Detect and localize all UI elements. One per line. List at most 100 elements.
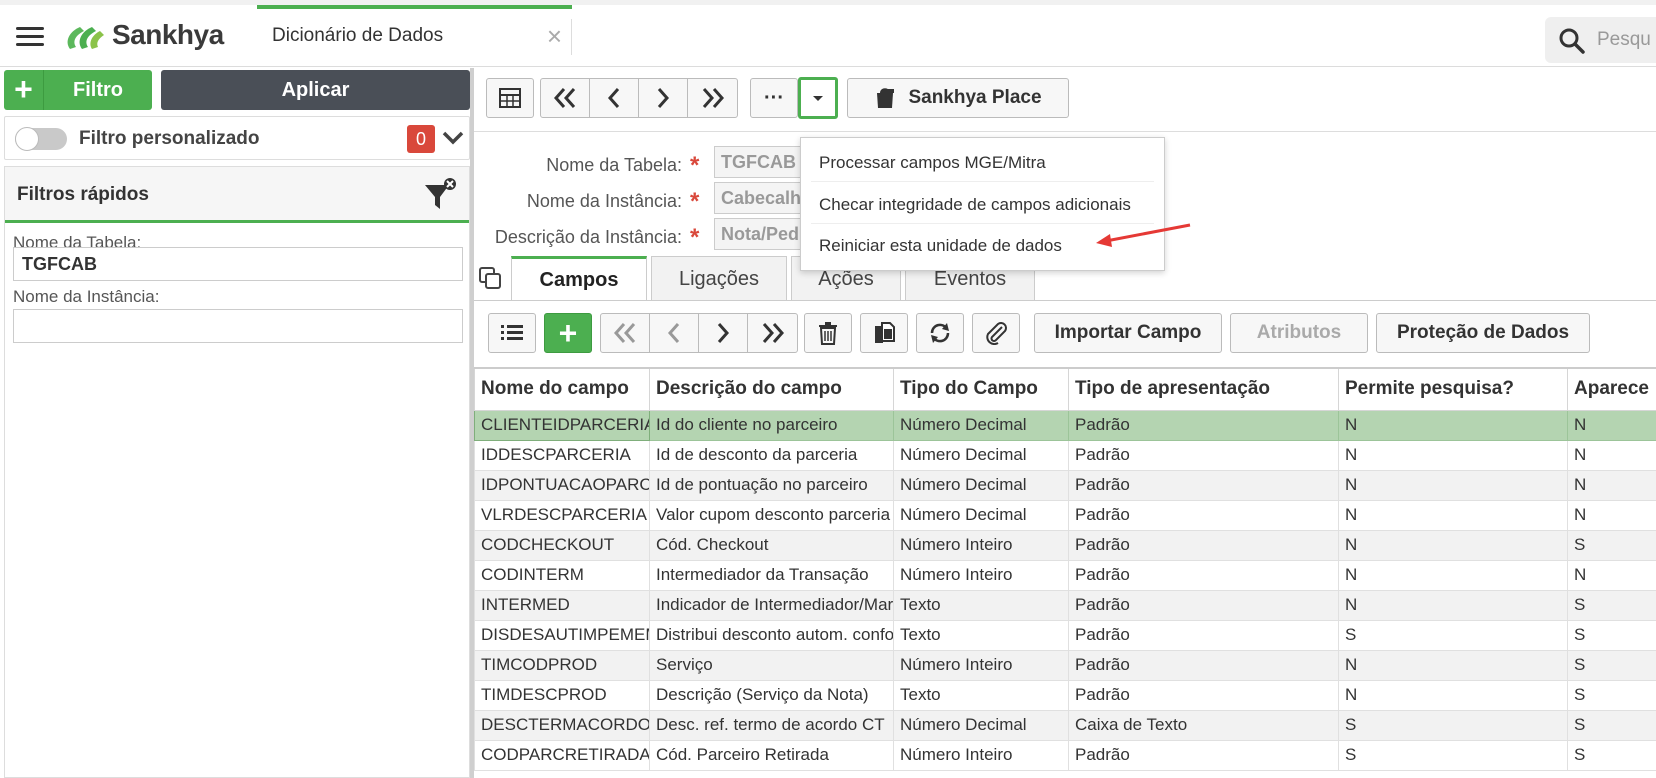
table-cell[interactable]: Padrão	[1068, 469, 1339, 501]
menu-item-processar[interactable]: Processar campos MGE/Mitra	[801, 138, 1164, 178]
table-cell[interactable]: S	[1567, 649, 1656, 681]
previous-record-button[interactable]	[590, 79, 639, 117]
delete-button[interactable]	[804, 313, 852, 353]
apply-button[interactable]: Aplicar	[161, 70, 470, 110]
table-cell[interactable]: Número Decimal	[893, 709, 1069, 741]
table-cell[interactable]: Padrão	[1068, 499, 1339, 531]
table-cell[interactable]: N	[1338, 559, 1568, 591]
refresh-button[interactable]	[916, 313, 964, 353]
custom-filter-toggle[interactable]	[15, 127, 67, 151]
table-cell[interactable]: S	[1338, 619, 1568, 651]
table-row[interactable]: CODCHECKOUT Cód. Checkout Número Inteiro Pa…	[474, 529, 1656, 561]
table-cell[interactable]: Número Inteiro	[893, 739, 1069, 771]
table-row[interactable]: DISDESAUTIMPEMEMPDistribui desconto auto…	[474, 619, 1656, 651]
table-row[interactable]: CODPARCRETIRADA Cód. Parceiro Retirada Núm…	[474, 739, 1656, 771]
table-row[interactable]: VLRDESCPARCERIA Valor cupom desconto parc…	[474, 499, 1656, 531]
data-protection-button[interactable]: Proteção de Dados	[1376, 313, 1590, 353]
table-cell[interactable]: CODCHECKOUT	[474, 529, 650, 561]
table-cell[interactable]: Descrição (Serviço da Nota)	[649, 679, 894, 711]
table-cell[interactable]: Texto	[893, 679, 1069, 711]
table-cell[interactable]: Padrão	[1068, 739, 1339, 771]
table-cell[interactable]: Padrão	[1068, 529, 1339, 561]
table-cell[interactable]: Id de pontuação no parceiro	[649, 469, 894, 501]
table-cell[interactable]: N	[1338, 529, 1568, 561]
grid-first-button[interactable]	[601, 314, 650, 352]
table-cell[interactable]: Número Inteiro	[893, 649, 1069, 681]
table-cell[interactable]: Desc. ref. termo de acordo CT	[649, 709, 894, 741]
table-cell[interactable]: N	[1338, 649, 1568, 681]
table-cell[interactable]: Id do cliente no parceiro	[649, 409, 894, 441]
table-cell[interactable]: CODPARCRETIRADA	[474, 739, 650, 771]
more-actions-dropdown-button[interactable]	[798, 77, 838, 119]
column-header[interactable]: Permite pesquisa?	[1338, 367, 1568, 411]
column-header[interactable]: Descrição do campo	[649, 367, 894, 411]
grid-view-button[interactable]	[486, 78, 534, 118]
table-cell[interactable]: Padrão	[1068, 679, 1339, 711]
table-cell[interactable]: N	[1338, 469, 1568, 501]
search-box[interactable]: Pesqu	[1545, 17, 1656, 63]
copy-icon[interactable]	[478, 266, 502, 290]
more-options-button[interactable]: ···	[750, 78, 798, 118]
table-cell[interactable]: N	[1338, 439, 1568, 471]
table-row[interactable]: CODINTERM Intermediador da Transação Númer…	[474, 559, 1656, 591]
table-cell[interactable]: CLIENTEIDPARCERIA	[474, 409, 650, 441]
table-cell[interactable]: Número Decimal	[893, 499, 1069, 531]
table-cell[interactable]: S	[1567, 739, 1656, 771]
grid-last-button[interactable]	[748, 314, 797, 352]
table-cell[interactable]: N	[1338, 499, 1568, 531]
attributes-button[interactable]: Atributos	[1230, 313, 1368, 353]
table-cell[interactable]: Cód. Checkout	[649, 529, 894, 561]
table-row[interactable]: DESCTERMACORDO Desc. ref. termo de acordo…	[474, 709, 1656, 741]
table-row[interactable]: CLIENTEIDPARCERIA Id do cliente no parcei…	[474, 409, 1656, 441]
last-record-button[interactable]	[688, 79, 737, 117]
grid-next-button[interactable]	[699, 314, 748, 352]
column-header[interactable]: Nome do campo	[474, 367, 650, 411]
close-tab-icon[interactable]: ×	[547, 21, 562, 52]
table-cell[interactable]: S	[1567, 679, 1656, 711]
menu-item-checar[interactable]: Checar integridade de campos adicionais	[801, 180, 1164, 220]
table-cell[interactable]: N	[1567, 469, 1656, 501]
duplicate-button[interactable]	[860, 313, 908, 353]
clear-filter-icon[interactable]	[423, 177, 457, 213]
form-instance-name-input[interactable]: Cabecalh	[714, 182, 802, 214]
table-cell[interactable]: N	[1567, 559, 1656, 591]
table-cell[interactable]: INTERMED	[474, 589, 650, 621]
table-row[interactable]: TIMDESCPROD Descrição (Serviço da Nota) Te…	[474, 679, 1656, 711]
tab-campos[interactable]: Campos	[511, 256, 647, 302]
table-name-input[interactable]: TGFCAB	[13, 247, 463, 281]
table-cell[interactable]: IDPONTUACAOPARC	[474, 469, 650, 501]
table-cell[interactable]: Padrão	[1068, 649, 1339, 681]
table-cell[interactable]: VLRDESCPARCERIA	[474, 499, 650, 531]
table-cell[interactable]: Padrão	[1068, 439, 1339, 471]
table-row[interactable]: IDDESCPARCERIA Id de desconto da parceria…	[474, 439, 1656, 471]
table-cell[interactable]: Padrão	[1068, 409, 1339, 441]
table-cell[interactable]: CODINTERM	[474, 559, 650, 591]
table-cell[interactable]: S	[1338, 739, 1568, 771]
table-cell[interactable]: Indicador de Intermediador/Marketplace	[649, 589, 894, 621]
table-cell[interactable]: N	[1567, 439, 1656, 471]
column-header[interactable]: Aparece	[1567, 367, 1656, 411]
table-cell[interactable]: N	[1338, 679, 1568, 711]
table-cell[interactable]: Padrão	[1068, 619, 1339, 651]
table-cell[interactable]: S	[1567, 529, 1656, 561]
table-cell[interactable]: DESCTERMACORDO	[474, 709, 650, 741]
table-cell[interactable]: Número Inteiro	[893, 559, 1069, 591]
table-cell[interactable]: Texto	[893, 619, 1069, 651]
form-instance-description-input[interactable]: Nota/Ped	[714, 218, 802, 250]
table-cell[interactable]: N	[1567, 499, 1656, 531]
table-cell[interactable]: TIMCODPROD	[474, 649, 650, 681]
table-row[interactable]: INTERMEDIndicador de Intermediador/Marke…	[474, 589, 1656, 621]
filter-button[interactable]: + Filtro	[4, 70, 152, 110]
table-cell[interactable]: S	[1567, 589, 1656, 621]
table-cell[interactable]: DISDESAUTIMPEMEMP	[474, 619, 650, 651]
add-field-button[interactable]: +	[544, 313, 592, 353]
table-cell[interactable]: Número Decimal	[893, 439, 1069, 471]
table-cell[interactable]: Número Inteiro	[893, 529, 1069, 561]
import-field-button[interactable]: Importar Campo	[1034, 313, 1222, 353]
table-cell[interactable]: TIMDESCPROD	[474, 679, 650, 711]
list-view-button[interactable]	[488, 313, 536, 353]
table-cell[interactable]: Caixa de Texto	[1068, 709, 1339, 741]
menu-icon[interactable]	[16, 27, 44, 47]
sankhya-place-button[interactable]: Sankhya Place	[847, 78, 1069, 118]
instance-name-input[interactable]	[13, 309, 463, 343]
